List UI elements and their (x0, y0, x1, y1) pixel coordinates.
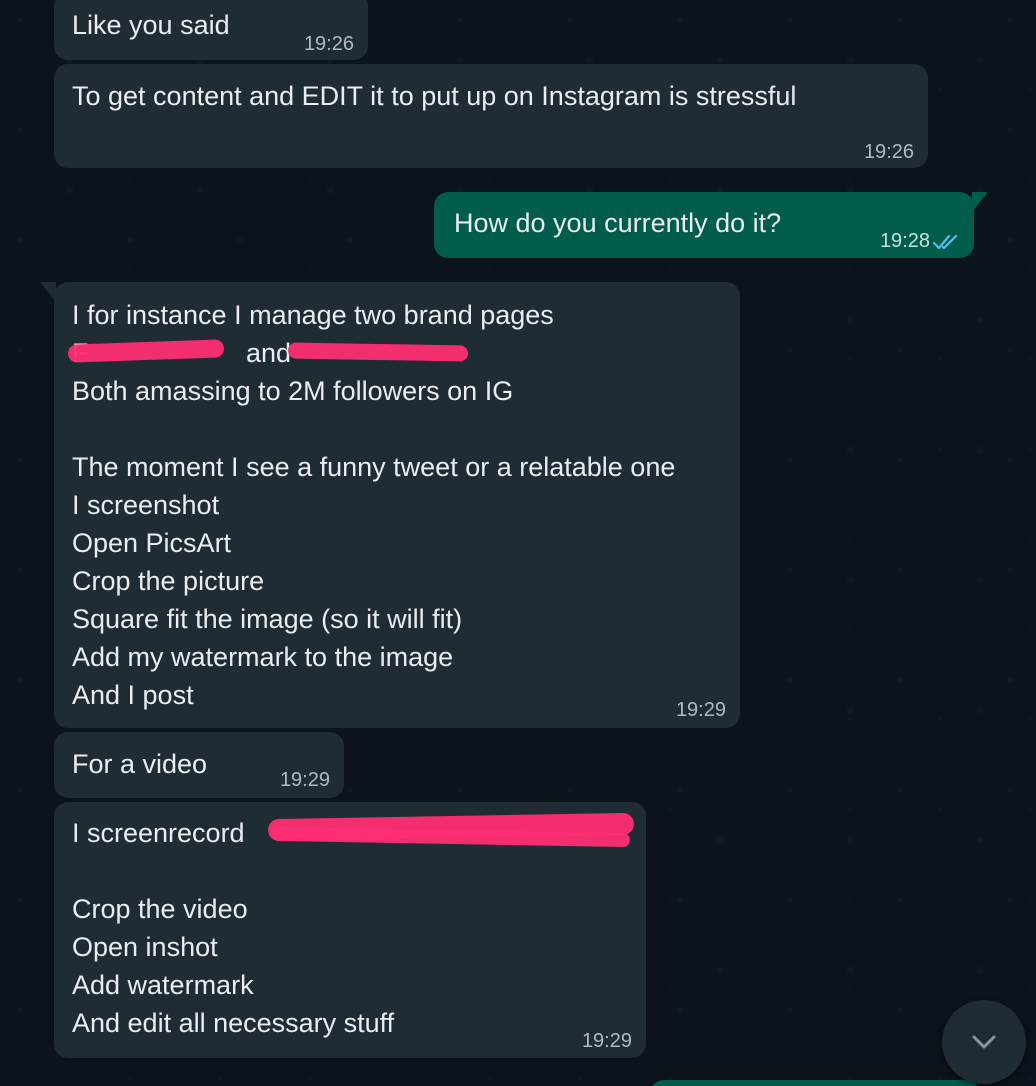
chevron-down-icon (972, 1035, 996, 1049)
outgoing-message[interactable]: How do you currently do it? 19:28 (434, 192, 988, 258)
bubble-tail (40, 282, 56, 302)
message-line: Open PicsArt (72, 528, 232, 558)
incoming-message[interactable]: I screenrecord Crop the video Open insho… (54, 802, 646, 1058)
message-line: Both amassing to 2M followers on IG (72, 376, 514, 406)
bubble-tail (972, 192, 988, 212)
message-text: To get content and EDIT it to put up on … (72, 81, 797, 111)
message-line: Crop the picture (72, 566, 265, 596)
message-line: Add my watermark to the image (72, 642, 454, 672)
outgoing-message-partial[interactable] (650, 1080, 980, 1086)
scroll-to-bottom-button[interactable] (942, 1000, 1026, 1084)
message-line (72, 852, 628, 890)
double-check-icon (932, 234, 958, 250)
message-line: I for instance I manage two brand pages (72, 300, 554, 330)
message-time: 19:29 (581, 1030, 632, 1052)
incoming-message[interactable]: To get content and EDIT it to put up on … (54, 64, 928, 168)
message-time: 19:28 (879, 230, 930, 252)
message-line (72, 410, 722, 448)
message-time: 19:26 (863, 141, 914, 163)
message-time: 19:29 (279, 769, 330, 791)
incoming-message[interactable]: I for instance I manage two brand pages … (40, 282, 740, 728)
message-time: 19:29 (675, 699, 726, 721)
message-time: 19:26 (303, 33, 354, 55)
message-line: Add watermark (72, 970, 254, 1000)
message-line: Square fit the image (so it will fit) (72, 604, 463, 634)
chat-window: Like you said 19:26 To get content and E… (0, 0, 1036, 1086)
incoming-message[interactable]: Like you said 19:26 (54, 0, 368, 60)
redaction-mark (287, 342, 469, 362)
message-line: Crop the video (72, 894, 248, 924)
message-line: I screenshot (72, 490, 220, 520)
incoming-message[interactable]: For a video 19:29 (54, 732, 344, 798)
message-line: Open inshot (72, 932, 218, 962)
message-line: The moment I see a funny tweet or a rela… (72, 452, 676, 482)
message-line: And I post (72, 680, 194, 710)
message-line: And edit all necessary stuff (72, 1008, 395, 1038)
